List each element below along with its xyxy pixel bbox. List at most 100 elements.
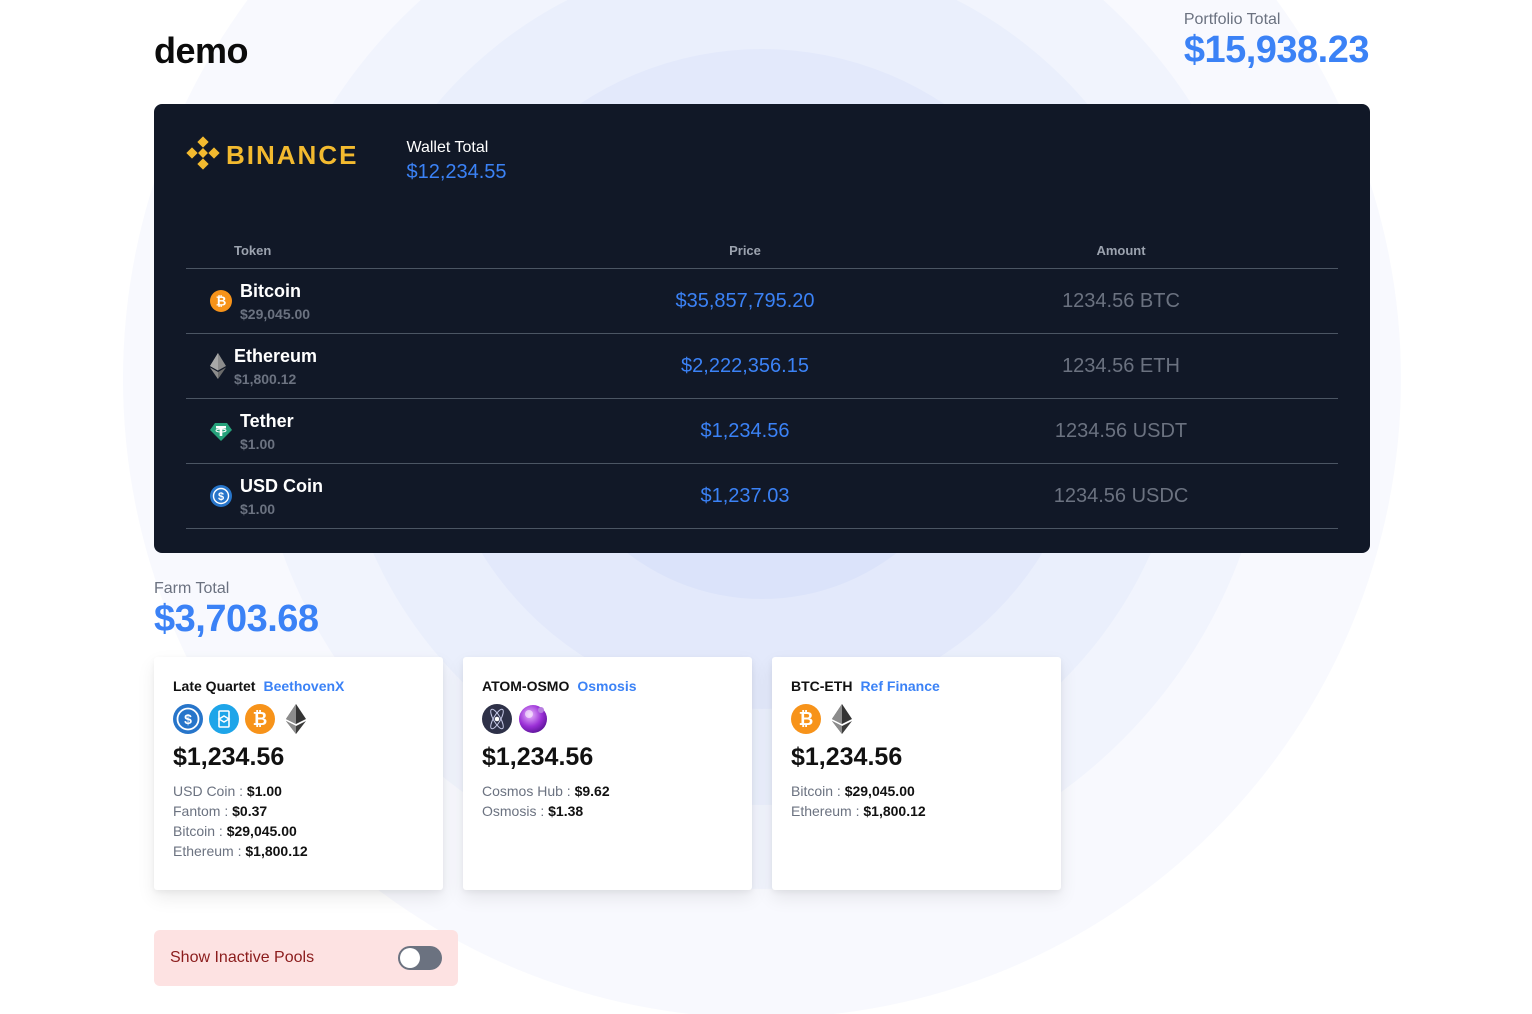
exchange-logo: BINANCE — [186, 136, 358, 175]
protocol-name: Osmosis — [577, 678, 637, 694]
binance-logo-icon — [186, 136, 220, 175]
tether-icon — [210, 420, 232, 442]
token-price: $35,857,795.20 — [675, 289, 815, 312]
table-header: Token Price Amount — [186, 232, 1338, 269]
token-price-label: Ethereum : — [791, 803, 860, 819]
pool-name: Late Quartet — [173, 678, 256, 694]
token-price-value: $0.37 — [232, 803, 268, 819]
token-amount: 1234.56 USDT — [1054, 419, 1188, 442]
svg-text:$: $ — [184, 711, 192, 727]
inactive-pools-label: Show Inactive Pools — [170, 949, 315, 966]
farm-card: Late Quartet BeethovenX $ ₿ $1,234.56 US… — [154, 657, 443, 890]
pool-name: BTC-ETH — [791, 678, 853, 694]
pool-token-icons: $ ₿ — [173, 704, 424, 734]
pool-token-prices: USD Coin : $1.00 Fantom : $0.37 Bitcoin … — [173, 781, 424, 861]
farm-total: Farm Total $3,703.68 — [154, 580, 319, 641]
ethereum-icon — [281, 704, 311, 734]
portfolio-total: Portfolio Total $15,938.23 — [1183, 11, 1370, 72]
token-price-line: Bitcoin : $29,045.00 — [173, 821, 424, 841]
page-content: demo Portfolio Total $15,938.23 BINANCE … — [0, 0, 1532, 1014]
token-price-label: Bitcoin : — [173, 823, 223, 839]
token-unit-price: $29,045.00 — [240, 305, 311, 322]
wallet-total-value: $12,234.55 — [406, 161, 507, 183]
pool-token-icons — [482, 704, 733, 734]
token-price-line: Ethereum : $1,800.12 — [791, 801, 1042, 821]
pool-token-prices: Bitcoin : $29,045.00 Ethereum : $1,800.1… — [791, 781, 1042, 821]
wallet-card: BINANCE Wallet Total $12,234.55 Token Pr… — [154, 104, 1370, 553]
token-price-value: $29,045.00 — [226, 823, 297, 839]
token-price-line: Cosmos Hub : $9.62 — [482, 781, 733, 801]
fantom-icon — [209, 704, 239, 734]
pool-token-icons: ₿ — [791, 704, 1042, 734]
usd-coin-icon: $ — [173, 704, 203, 734]
portfolio-total-label: Portfolio Total — [1183, 11, 1281, 28]
token-price: $2,222,356.15 — [681, 354, 809, 377]
token-price-label: Osmosis : — [482, 803, 545, 819]
token-price: $1,234.56 — [700, 419, 790, 442]
token-name: Bitcoin — [240, 280, 301, 301]
toggle-knob — [400, 948, 420, 968]
token-price-label: USD Coin : — [173, 783, 244, 799]
farm-card-header: Late Quartet BeethovenX — [173, 678, 424, 694]
token-price-value: $1,800.12 — [863, 803, 926, 819]
token-cell: Ethereum $1,800.12 — [186, 346, 586, 387]
farm-card-header: BTC-ETH Ref Finance — [791, 678, 1042, 694]
token-cell: $ USD Coin $1.00 — [186, 476, 586, 517]
token-price-label: Ethereum : — [173, 843, 242, 859]
token-table: Token Price Amount ₿ Bitcoin $29,045.00 … — [186, 232, 1338, 529]
token-amount: 1234.56 USDC — [1053, 484, 1189, 507]
osmosis-icon — [518, 704, 548, 734]
table-row: Ethereum $1,800.12 $2,222,356.15 1234.56… — [186, 334, 1338, 399]
column-header-token: Token — [234, 242, 272, 258]
farm-cards: Late Quartet BeethovenX $ ₿ $1,234.56 US… — [154, 657, 1061, 890]
farm-card-header: ATOM-OSMO Osmosis — [482, 678, 733, 694]
exchange-logo-text: BINANCE — [226, 140, 359, 170]
table-row: ₿ Bitcoin $29,045.00 $35,857,795.20 1234… — [186, 269, 1338, 334]
token-cell: ₿ Bitcoin $29,045.00 — [186, 281, 586, 322]
bitcoin-icon: ₿ — [791, 704, 821, 734]
token-name: Tether — [240, 410, 294, 431]
token-price-line: Bitcoin : $29,045.00 — [791, 781, 1042, 801]
farm-card: ATOM-OSMO Osmosis $1,234.56 Cosmos Hub :… — [463, 657, 752, 890]
page-title: demo — [154, 30, 249, 71]
pool-value: $1,234.56 — [173, 743, 285, 771]
token-name: Ethereum — [234, 345, 318, 366]
token-price-value: $29,045.00 — [844, 783, 915, 799]
farm-card: BTC-ETH Ref Finance ₿ $1,234.56 Bitcoin … — [772, 657, 1061, 890]
usd-coin-icon: $ — [210, 485, 232, 507]
farm-total-value: $3,703.68 — [154, 598, 319, 640]
token-price-line: Fantom : $0.37 — [173, 801, 424, 821]
token-price: $1,237.03 — [700, 484, 790, 507]
svg-text:$: $ — [218, 491, 224, 503]
wallet-total-label: Wallet Total — [406, 139, 489, 156]
pool-value: $1,234.56 — [791, 743, 903, 771]
token-price-value: $1,800.12 — [245, 843, 308, 859]
column-header-price: Price — [729, 242, 761, 258]
token-price-value: $9.62 — [574, 783, 610, 799]
pool-name: ATOM-OSMO — [482, 678, 570, 694]
svg-text:₿: ₿ — [216, 294, 227, 309]
portfolio-total-value: $15,938.23 — [1183, 29, 1370, 71]
token-price-value: $1.38 — [548, 803, 584, 819]
svg-text:₿: ₿ — [799, 709, 814, 729]
protocol-name: BeethovenX — [263, 678, 345, 694]
token-name: USD Coin — [240, 475, 323, 496]
token-unit-price: $1,800.12 — [234, 370, 297, 387]
token-price-label: Cosmos Hub : — [482, 783, 571, 799]
inactive-pools-toggle-row: Show Inactive Pools — [154, 930, 458, 986]
inactive-pools-toggle[interactable] — [398, 946, 442, 970]
token-price-label: Bitcoin : — [791, 783, 841, 799]
svg-text:₿: ₿ — [253, 709, 268, 729]
token-price-value: $1.00 — [246, 783, 282, 799]
token-unit-price: $1.00 — [240, 435, 276, 452]
pool-token-prices: Cosmos Hub : $9.62 Osmosis : $1.38 — [482, 781, 733, 821]
bitcoin-icon: ₿ — [210, 290, 232, 312]
token-unit-price: $1.00 — [240, 500, 276, 517]
pool-value: $1,234.56 — [482, 743, 594, 771]
wallet-header: BINANCE Wallet Total $12,234.55 — [186, 136, 507, 184]
cosmos-hub-icon — [482, 704, 512, 734]
farm-total-label: Farm Total — [154, 580, 230, 597]
token-amount: 1234.56 BTC — [1062, 289, 1180, 312]
wallet-total: Wallet Total $12,234.55 — [406, 139, 506, 184]
column-header-amount: Amount — [1096, 242, 1146, 258]
